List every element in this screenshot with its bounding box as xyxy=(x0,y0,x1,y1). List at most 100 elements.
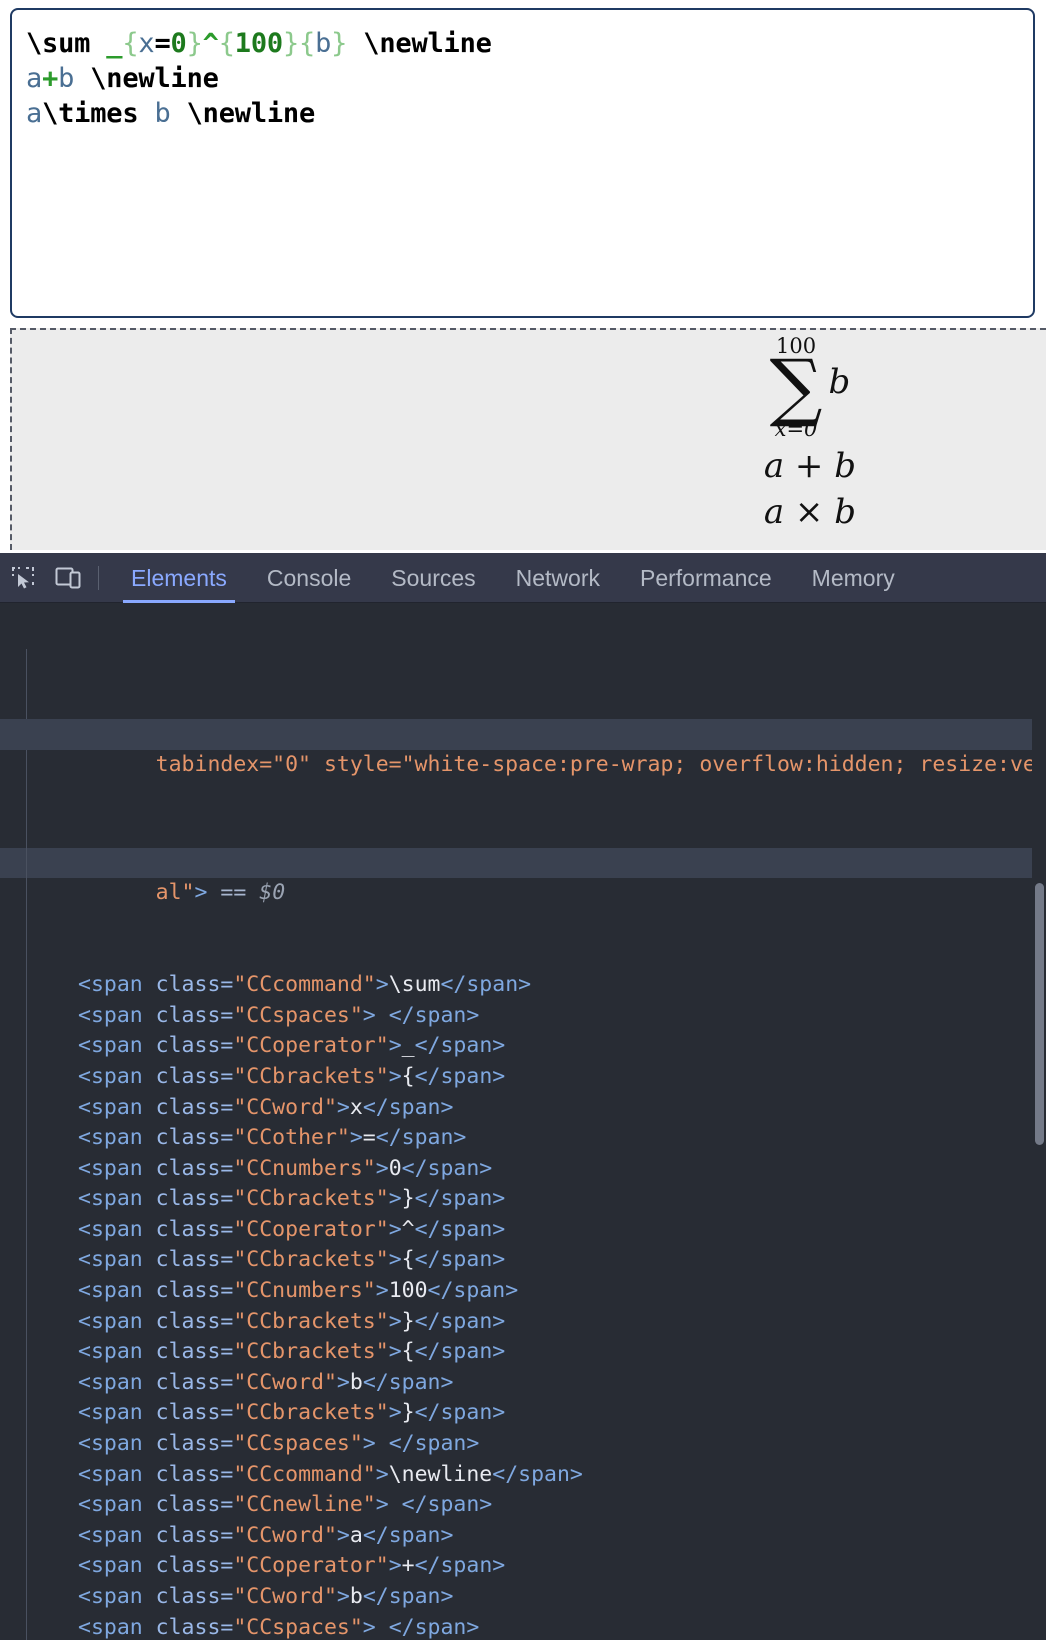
attribute-name: class= xyxy=(155,1186,234,1212)
attribute-value: "CCbrackets" xyxy=(233,1063,389,1089)
dom-tree-row[interactable]: <span class="CCnewline"> </span> xyxy=(0,1490,1046,1521)
dom-tree-row[interactable]: <span class="CCbrackets">{</span> xyxy=(0,1245,1046,1276)
tab-elements[interactable]: Elements xyxy=(111,553,247,603)
node-text: x xyxy=(349,1094,363,1120)
attribute-name: class= xyxy=(155,1094,234,1120)
rendered-math: 100 ∑ x=0 b a + b a × b xyxy=(763,336,856,533)
sum-lower-limit: x=0 xyxy=(774,417,818,442)
node-text: { xyxy=(401,1339,415,1365)
console-ref-badge: $0 xyxy=(259,880,286,906)
tab-sources[interactable]: Sources xyxy=(371,553,495,603)
token-operator: + xyxy=(42,63,59,94)
dom-tree-row[interactable]: <span class="CCbrackets">{</span> xyxy=(0,1337,1046,1368)
attribute-value: "CCspaces" xyxy=(233,1002,363,1028)
token-brackets: { xyxy=(299,28,316,59)
tag-closing: </span> xyxy=(414,1308,506,1334)
node-text: { xyxy=(401,1247,415,1273)
tag-open: <span xyxy=(78,1461,156,1487)
token-command: \times xyxy=(42,98,139,129)
tab-performance[interactable]: Performance xyxy=(620,553,792,603)
attribute-name: class= xyxy=(155,1339,234,1365)
tag-open: <span xyxy=(78,1002,156,1028)
dom-tree-row[interactable]: <span class="CCoperator">_</span> xyxy=(0,1031,1046,1062)
dom-tree-row[interactable]: <span class="CCspaces"> </span> xyxy=(0,1613,1046,1640)
node-text: \newline xyxy=(388,1461,493,1487)
attribute-name: class= xyxy=(155,1614,234,1640)
dom-tree-clipped-row[interactable]: tabindex="0" style="white-space:pre-wrap… xyxy=(0,719,1046,777)
node-text: 100 xyxy=(388,1278,428,1304)
tag-closing: </span> xyxy=(414,1247,506,1273)
tag-open: <span xyxy=(78,1186,156,1212)
attribute-name: class= xyxy=(155,1431,234,1457)
token-word: b xyxy=(154,98,171,129)
tag-open: <span xyxy=(78,1431,156,1457)
multiplication-left: a xyxy=(763,492,785,533)
tag-closing: </span> xyxy=(388,1614,480,1640)
token-operator: ^ xyxy=(202,28,219,59)
math-line-addition: a + b xyxy=(764,446,856,486)
token-brackets: { xyxy=(218,28,235,59)
tag-closing: </span> xyxy=(362,1369,454,1395)
tag-open: <span xyxy=(78,1553,156,1579)
dom-tree-row[interactable]: <span class="CCbrackets">{</span> xyxy=(0,1062,1046,1093)
attribute-name: class= xyxy=(155,1461,234,1487)
dom-tree-row[interactable]: <span class="CCbrackets">}</span> xyxy=(0,1398,1046,1429)
tag-close-bracket: > xyxy=(388,1553,402,1579)
dom-tree-row[interactable]: <span class="CCbrackets">}</span> xyxy=(0,1307,1046,1338)
tag-close-bracket: > xyxy=(388,1033,402,1059)
dom-tree-row[interactable]: <span class="CCspaces"> </span> xyxy=(0,1001,1046,1032)
dom-tree-row[interactable]: <span class="CCcommand">\newline</span> xyxy=(0,1460,1046,1491)
dom-tree-row[interactable]: <span class="CCcommand">\sum</span> xyxy=(0,970,1046,1001)
dom-tree-row[interactable]: <span class="CCnumbers">0</span> xyxy=(0,1154,1046,1185)
token-operator: _ xyxy=(106,28,123,59)
dom-tree-row[interactable]: <span class="CCword">a</span> xyxy=(0,1521,1046,1552)
tree-indent-guide xyxy=(26,649,27,1640)
attribute-value: "CCoperator" xyxy=(233,1033,389,1059)
tag-close-bracket: > xyxy=(336,1369,350,1395)
dom-tree-row[interactable]: <span class="CCword">b</span> xyxy=(0,1582,1046,1613)
tab-memory[interactable]: Memory xyxy=(792,553,915,603)
dom-tree-row[interactable]: <span class="CCoperator">^</span> xyxy=(0,1215,1046,1246)
dom-tree[interactable]: tabindex="0" style="white-space:pre-wrap… xyxy=(0,603,1046,1640)
tab-console[interactable]: Console xyxy=(247,553,371,603)
token-word: b xyxy=(58,63,75,94)
dom-tree-row[interactable]: <span class="CCword">x</span> xyxy=(0,1093,1046,1124)
dom-tree-selected-row[interactable]: al"> == $0 xyxy=(0,847,1046,905)
attribute-value: "CCoperator" xyxy=(233,1216,389,1242)
dom-tree-row[interactable]: <span class="CCoperator">+</span> xyxy=(0,1551,1046,1582)
dom-tree-scrollbar[interactable] xyxy=(1035,883,1044,1145)
attribute-value: "CCbrackets" xyxy=(233,1308,389,1334)
dom-tree-row[interactable]: <span class="CCspaces"> </span> xyxy=(0,1429,1046,1460)
tag-open: <span xyxy=(78,1094,156,1120)
attribute-value: "CCbrackets" xyxy=(233,1400,389,1426)
token-spaces xyxy=(138,98,154,129)
inspect-element-icon[interactable] xyxy=(0,553,46,603)
tag-open: <span xyxy=(78,1216,156,1242)
node-text: + xyxy=(401,1553,415,1579)
dom-tree-row[interactable]: <span class="CCother">=</span> xyxy=(0,1123,1046,1154)
devtools-tabbar: Elements Console Sources Network Performance… xyxy=(0,553,1046,603)
tag-close-bracket: > xyxy=(349,1125,363,1151)
latex-source-editor[interactable]: \sum _{x=0}^{100}{b} \newline a+b \newlin… xyxy=(10,8,1035,318)
dom-tree-row[interactable]: <span class="CCnumbers">100</span> xyxy=(0,1276,1046,1307)
tag-closing: </span> xyxy=(414,1033,506,1059)
dom-tree-row[interactable]: <span class="CCbrackets">}</span> xyxy=(0,1184,1046,1215)
sum-operand: b xyxy=(828,362,851,403)
devtools-tab-list: Elements Console Sources Network Performance… xyxy=(111,553,915,603)
attribute-value: "CCnumbers" xyxy=(233,1278,376,1304)
device-toolbar-icon[interactable] xyxy=(46,553,92,603)
dom-tree-row[interactable]: <span class="CCword">b</span> xyxy=(0,1368,1046,1399)
attribute-name: class= xyxy=(155,1002,234,1028)
attribute-name: class= xyxy=(155,1553,234,1579)
tag-open: <span xyxy=(78,1063,156,1089)
attribute-name: class= xyxy=(155,1155,234,1181)
attribute-name: class= xyxy=(155,1247,234,1273)
tab-network[interactable]: Network xyxy=(496,553,620,603)
attribute-value: "CCnewline" xyxy=(233,1492,376,1518)
token-command: \newline xyxy=(363,28,492,59)
tag-closing: </span> xyxy=(414,1339,506,1365)
token-command: \newline xyxy=(90,63,219,94)
tag-closing: </span> xyxy=(388,1431,480,1457)
attribute-name: class= xyxy=(155,1522,234,1548)
selected-close-bracket: > xyxy=(194,880,208,906)
